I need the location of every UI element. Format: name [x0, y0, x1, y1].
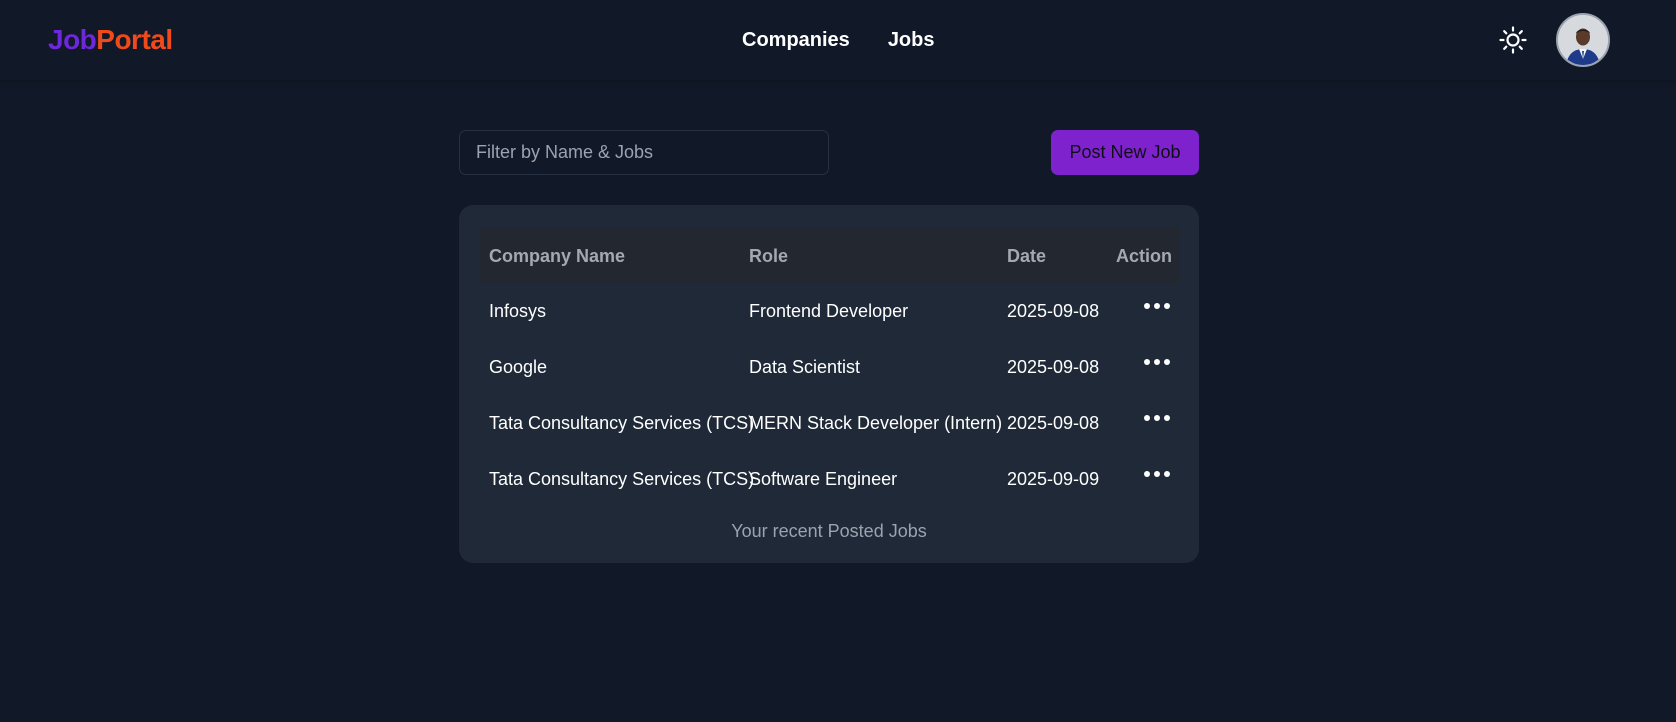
post-new-job-button[interactable]: Post New Job [1051, 130, 1199, 175]
table-row: Infosys Frontend Developer 2025-09-08 [479, 283, 1179, 339]
cell-date: 2025-09-09 [1007, 469, 1100, 489]
more-horizontal-icon[interactable] [1144, 357, 1172, 367]
table-row: Google Data Scientist 2025-09-08 [479, 339, 1179, 395]
cell-company: Tata Consultancy Services (TCS) [489, 469, 755, 489]
header-action: Action [1116, 246, 1172, 266]
logo-part-job: Job [48, 24, 97, 55]
header-company-name: Company Name [489, 246, 626, 266]
nav-link-companies[interactable]: Companies [742, 29, 850, 52]
logo-part-portal: Portal [96, 24, 173, 55]
avatar-image [1558, 15, 1608, 65]
table-row: Tata Consultancy Services (TCS) MERN Sta… [479, 395, 1179, 451]
cell-role: Data Scientist [749, 357, 861, 377]
table-caption: Your recent Posted Jobs [731, 521, 927, 541]
more-horizontal-icon[interactable] [1144, 469, 1172, 479]
table-row: Tata Consultancy Services (TCS) Software… [479, 451, 1179, 507]
user-avatar[interactable] [1556, 13, 1610, 67]
table-header: Company Name Role Date Action [479, 227, 1179, 283]
cell-company: Google [489, 357, 548, 377]
cell-date: 2025-09-08 [1007, 413, 1100, 433]
nav-link-jobs[interactable]: Jobs [888, 29, 935, 52]
jobs-table-card: Company Name Role Date Action Infosys Fr… [459, 205, 1199, 563]
cell-date: 2025-09-08 [1007, 357, 1100, 377]
cell-role: MERN Stack Developer (Intern) [749, 413, 1003, 433]
cell-company: Infosys [489, 301, 547, 321]
navbar: JobPortal Companies Jobs [0, 0, 1676, 80]
more-horizontal-icon[interactable] [1144, 413, 1172, 423]
cell-role: Software Engineer [749, 469, 898, 489]
logo[interactable]: JobPortal [48, 24, 173, 56]
header-role: Role [749, 246, 789, 266]
main-nav: Companies Jobs [742, 29, 935, 52]
cell-company: Tata Consultancy Services (TCS) [489, 413, 755, 433]
filter-input[interactable] [459, 130, 829, 175]
sun-icon [1499, 26, 1527, 54]
cell-date: 2025-09-08 [1007, 301, 1100, 321]
header-date: Date [1007, 246, 1047, 266]
theme-toggle-button[interactable] [1498, 25, 1528, 55]
cell-role: Frontend Developer [749, 301, 909, 321]
more-horizontal-icon[interactable] [1144, 301, 1172, 311]
